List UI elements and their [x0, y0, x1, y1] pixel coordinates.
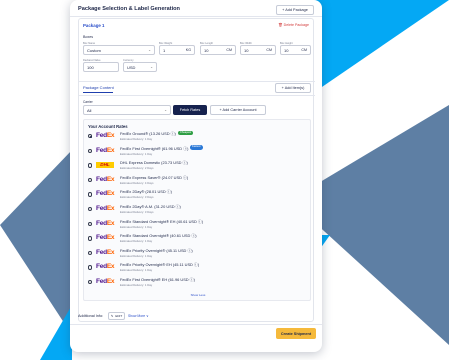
rate-radio[interactable]	[88, 265, 93, 270]
package-panel: Package 1 🗑 Delete Package Boxes Box Nam…	[78, 18, 315, 322]
box-width-value: 10	[244, 47, 249, 53]
rate-estimated-delivery: Estimated Delivery: 1 Day	[120, 268, 153, 273]
rate-radio[interactable]	[88, 134, 93, 139]
box-width-unit: CM	[266, 48, 272, 52]
tabs-divider	[79, 81, 315, 82]
delete-package-label: Delete Package	[283, 23, 309, 27]
rate-option[interactable]: FedEx FedEx Ground® (13.26 USD ⓘ) Estimate…	[88, 130, 288, 143]
rate-option[interactable]: FedEx FedEx Priority Overnight® (45.11 US…	[88, 248, 288, 260]
fedex-logo: FedEx	[96, 205, 115, 212]
package-title: Package 1	[83, 23, 105, 28]
box-height-input[interactable]: 10 CM	[280, 45, 311, 55]
tab-package-content[interactable]: Package Content	[83, 85, 114, 90]
fedex-logo: FedEx	[96, 132, 115, 139]
box-weight-input[interactable]: 1 KG	[159, 45, 195, 55]
page-title: Package Selection & Label Generation	[78, 6, 180, 12]
rate-radio[interactable]	[88, 250, 93, 256]
fedex-logo: FedEx	[96, 234, 115, 242]
fedex-logo: FedEx	[96, 175, 115, 183]
box-name-value: Custom	[87, 47, 101, 53]
fedex-logo: FedEx	[96, 219, 115, 227]
show-less-link[interactable]: Show Less	[84, 293, 312, 297]
delete-package-button[interactable]: 🗑 Delete Package	[278, 23, 309, 27]
account-rates-title: Your Account Rates	[88, 124, 128, 129]
chevron-down-icon: ⌄	[148, 48, 151, 52]
rate-radio[interactable]	[88, 177, 93, 183]
box-length-unit: CM	[226, 48, 232, 52]
fedex-logo: FedEx	[96, 263, 115, 271]
fetch-rates-button[interactable]: Fetch Rates	[173, 105, 207, 115]
rate-estimated-delivery: Estimated Delivery: 1 Day	[120, 224, 153, 229]
rate-option[interactable]: DHL DHL Express Domestic (23.73 USD ⓘ) Est…	[88, 160, 288, 172]
header-divider	[70, 16, 322, 17]
rate-option[interactable]: FedEx FedEx 2Day® (28.01 USD ⓘ) Estimated …	[88, 189, 288, 201]
rate-option[interactable]: FedEx FedEx Priority Overnight® EH (45.11…	[88, 262, 288, 274]
boxes-label: Boxes	[83, 35, 93, 39]
show-more-link[interactable]: Show More ∨	[128, 314, 149, 318]
carrier-select[interactable]: All ⌄	[83, 105, 171, 115]
declared-value-input[interactable]: 100	[83, 62, 119, 72]
slate-triangle-left	[0, 150, 72, 335]
edit-label: EDIT	[115, 313, 123, 318]
rate-radio[interactable]	[88, 207, 93, 212]
box-height-value: 10	[284, 47, 289, 53]
dhl-logo: DHL	[96, 161, 114, 168]
rate-radio[interactable]	[88, 221, 93, 226]
carrier-label: Carrier	[83, 100, 93, 104]
rate-estimated-delivery: Estimated Delivery: 3 Days	[120, 195, 154, 200]
pencil-icon: ✎	[110, 313, 114, 318]
trash-icon: 🗑	[278, 23, 283, 27]
declared-value-value: 100	[87, 64, 94, 70]
rate-estimated-delivery: Estimated Delivery: 1 Day	[120, 253, 153, 258]
rate-estimated-delivery: Estimated Delivery: 1 Day	[120, 239, 153, 244]
box-height-unit: CM	[301, 48, 307, 52]
rate-badge: Cheapest	[178, 130, 194, 136]
edit-button[interactable]: ✎ EDIT	[108, 311, 125, 320]
rate-estimated-delivery: Estimated Delivery: 4 Days	[120, 180, 154, 185]
rate-radio[interactable]	[88, 280, 93, 285]
carrier-value: All	[87, 107, 92, 113]
box-length-input[interactable]: 10 CM	[200, 45, 236, 55]
box-name-select[interactable]: Custom ⌄	[83, 45, 155, 55]
rate-radio[interactable]	[88, 148, 93, 153]
rate-radio[interactable]	[88, 192, 93, 197]
card-header: Package Selection & Label Generation + A…	[78, 5, 314, 19]
add-package-button[interactable]: + Add Package	[276, 5, 314, 15]
fedex-logo: FedEx	[96, 146, 115, 154]
box-length-value: 10	[204, 47, 209, 53]
add-items-button[interactable]: + Add Item(s)	[275, 83, 311, 93]
rate-radio[interactable]	[88, 163, 93, 168]
fedex-logo: FedEx	[96, 278, 115, 285]
package-selection-card: Package Selection & Label Generation + A…	[70, 0, 322, 352]
active-tab-indicator	[83, 92, 113, 93]
fedex-logo: FedEx	[96, 190, 115, 198]
footer-divider	[70, 324, 322, 325]
box-width-input[interactable]: 10 CM	[240, 45, 276, 55]
rate-radio[interactable]	[88, 236, 93, 241]
currency-select[interactable]: USD ⌄	[123, 62, 157, 72]
rate-option[interactable]: FedEx FedEx Express Saver® (24.07 USD ⓘ) E…	[88, 175, 288, 187]
rate-option[interactable]: FedEx FedEx First Overnight® (61.96 USD ⓘ…	[88, 145, 288, 158]
account-rates-panel: Your Account Rates FedEx FedEx Ground® (1…	[83, 119, 311, 301]
additional-info-label: Additional Info:	[78, 314, 104, 318]
currency-value: USD	[127, 64, 136, 70]
chevron-down-icon: ⌄	[164, 108, 167, 112]
tabs-bottom-divider	[79, 95, 315, 96]
rate-option[interactable]: FedEx FedEx 2Day® A.M. (31.20 USD ⓘ) Estim…	[88, 204, 288, 216]
rate-estimated-delivery: Estimated Delivery: 2 Days	[120, 166, 154, 171]
rate-option[interactable]: FedEx FedEx Standard Overnight® EH (40.61…	[88, 219, 288, 231]
fedex-logo: FedEx	[96, 248, 115, 256]
rate-option[interactable]: FedEx FedEx Standard Overnight® (40.61 US…	[88, 233, 288, 245]
rate-badge: Fastest	[190, 145, 203, 150]
chevron-down-icon: ⌄	[150, 65, 153, 69]
add-carrier-account-button[interactable]: + Add Carrier Account	[210, 105, 266, 115]
create-shipment-button[interactable]: Create Shipment	[276, 328, 316, 339]
rate-estimated-delivery: Estimated Delivery: 1 Day	[120, 137, 153, 141]
box-weight-unit: KG	[185, 48, 191, 52]
rate-option[interactable]: FedEx FedEx First Overnight® EH (61.96 US…	[88, 277, 288, 289]
rate-estimated-delivery: Estimated Delivery: 3 Days	[120, 210, 154, 214]
box-weight-value: 1	[163, 47, 166, 53]
rate-estimated-delivery: Estimated Delivery: 1 Day	[120, 283, 153, 287]
rate-estimated-delivery: Estimated Delivery: 1 Day	[120, 151, 153, 156]
